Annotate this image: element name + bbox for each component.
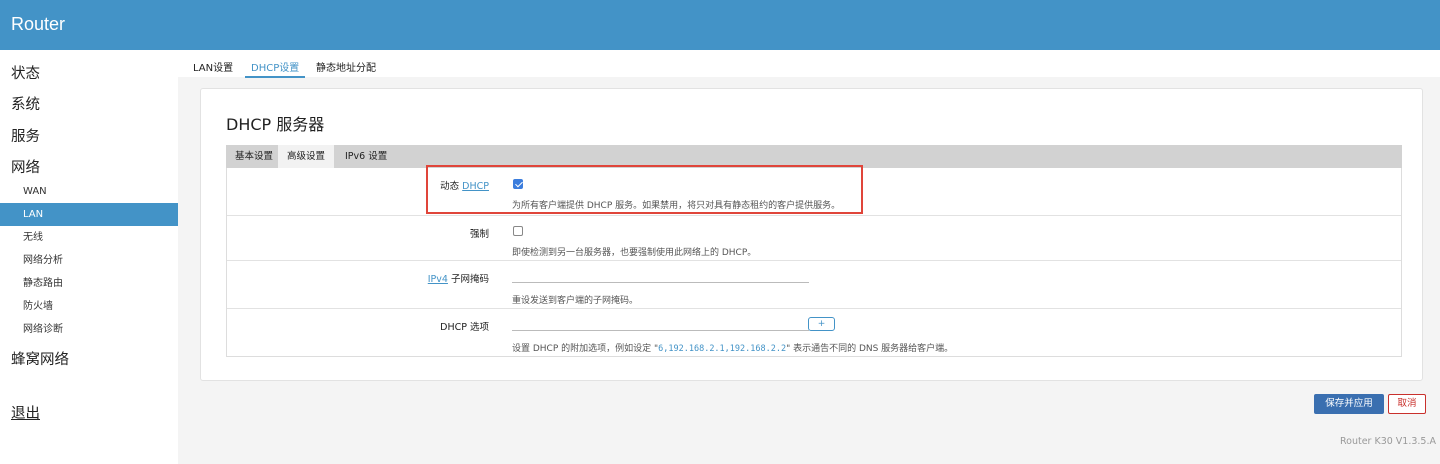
sidebar: 状态 系统 服务 网络 WAN LAN 无线 网络分析 静态路由 防火墙 网络诊… <box>0 50 178 464</box>
section-title: DHCP 服务器 <box>226 115 325 134</box>
cancel-button[interactable]: 取消 <box>1388 394 1426 414</box>
dhcp-options-desc-suffix: " 表示通告不同的 DNS 服务器给客户端。 <box>786 344 954 354</box>
sidebar-item-diagnostics[interactable]: 网络诊断 <box>0 318 178 341</box>
sidebar-item-status[interactable]: 状态 <box>11 62 40 83</box>
top-header-bar: Router <box>0 0 1440 50</box>
ipv4-netmask-label: IPv4 子网掩码 <box>428 271 489 285</box>
force-checkbox[interactable] <box>513 226 523 236</box>
add-dhcp-option-button[interactable]: + <box>808 317 835 331</box>
row-ipv4-netmask: IPv4 子网掩码 重设发送到客户端的子网掩码。 <box>227 260 1401 308</box>
version-footer: Router K30 V1.3.5.A <box>1339 436 1436 447</box>
sidebar-item-firewall[interactable]: 防火墙 <box>0 295 178 318</box>
tab-advanced-settings[interactable]: 高级设置 <box>278 145 335 168</box>
force-label: 强制 <box>469 229 489 240</box>
tab-ipv6-settings[interactable]: IPv6 设置 <box>336 145 396 168</box>
tab-static-leases[interactable]: 静态地址分配 <box>316 59 376 74</box>
brand-title[interactable]: Router <box>11 14 65 35</box>
sidebar-item-wan[interactable]: WAN <box>0 180 178 203</box>
dhcp-server-card: DHCP 服务器 基本设置 高级设置 IPv6 设置 动态 DHCP 为所有客户… <box>200 88 1423 381</box>
row-force: 强制 即使检测到另一台服务器，也要强制使用此网络上的 DHCP。 <box>227 215 1401 260</box>
ipv4-netmask-desc: 重设发送到客户端的子网掩码。 <box>512 296 639 306</box>
dhcp-options-desc: 设置 DHCP 的附加选项，例如设定 "6,192.168.2.1,192.16… <box>512 341 953 354</box>
dhcp-options-label: DHCP 选项 <box>440 322 489 333</box>
dhcp-options-input[interactable] <box>512 317 809 331</box>
sidebar-item-system[interactable]: 系统 <box>11 93 40 114</box>
save-apply-button[interactable]: 保存并应用 <box>1314 394 1384 414</box>
dhcp-options-desc-prefix: 设置 DHCP 的附加选项，例如设定 " <box>512 344 659 354</box>
sidebar-item-network[interactable]: 网络 <box>11 156 40 177</box>
sidebar-item-static-routes[interactable]: 静态路由 <box>0 272 178 295</box>
sidebar-item-wireless[interactable]: 无线 <box>0 226 178 249</box>
sidebar-item-services[interactable]: 服务 <box>11 125 40 146</box>
force-desc: 即使检测到另一台服务器，也要强制使用此网络上的 DHCP。 <box>512 248 757 258</box>
highlight-annotation-box <box>426 165 863 214</box>
tab-lan-settings[interactable]: LAN设置 <box>193 59 233 74</box>
ipv4-netmask-label-suffix: 子网掩码 <box>450 274 489 285</box>
logout-link[interactable]: 退出 <box>11 402 40 423</box>
ipv4-abbr-link[interactable]: IPv4 <box>428 274 448 285</box>
sidebar-item-cellular[interactable]: 蜂窝网络 <box>11 348 69 369</box>
sidebar-item-network-analysis[interactable]: 网络分析 <box>0 249 178 272</box>
tab-dhcp-settings[interactable]: DHCP设置 <box>244 59 306 78</box>
dhcp-options-example-code: 6,192.168.2.1,192.168.2.2 <box>658 344 787 354</box>
sidebar-item-lan[interactable]: LAN <box>0 203 178 226</box>
page-tabs-bar: LAN设置 DHCP设置 静态地址分配 <box>178 50 1440 78</box>
ipv4-netmask-input[interactable] <box>512 269 809 283</box>
tab-basic-settings[interactable]: 基本设置 <box>226 145 282 168</box>
row-dhcp-options: DHCP 选项 + 设置 DHCP 的附加选项，例如设定 "6,192.168.… <box>227 308 1401 356</box>
